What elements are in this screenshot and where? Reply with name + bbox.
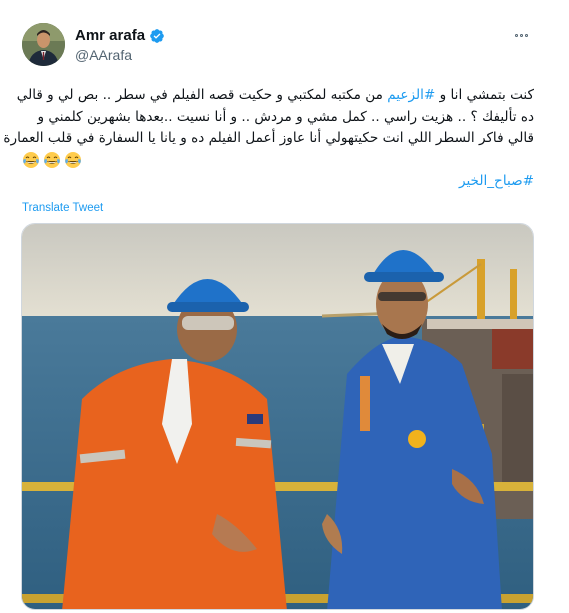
avatar[interactable] bbox=[22, 23, 65, 66]
more-options-button[interactable] bbox=[511, 28, 531, 42]
author-block: Amr arafa @AArafa bbox=[75, 27, 165, 63]
laughing-tears-emoji bbox=[65, 152, 81, 168]
tweet-text: كنت بتمشي انا و #الزعيم من مكتبه لمكتبي … bbox=[3, 85, 534, 193]
tweet-line-2: ده تأليفك ؟ .. هزيت راسي .. كمل مشي و مر… bbox=[37, 108, 534, 125]
hashtag-link-zaeem[interactable]: #الزعيم bbox=[387, 87, 435, 103]
photo-scene bbox=[22, 224, 533, 609]
verified-badge-icon bbox=[150, 28, 164, 43]
laughing-tears-emoji bbox=[44, 152, 60, 168]
tweet-line-1-end: من مكتبه لمكتبي و حكيت قصه الفيلم في سطر… bbox=[16, 87, 388, 103]
emoji-row bbox=[22, 150, 534, 171]
profile-avatar-image bbox=[22, 23, 65, 66]
hashtag-link-good-morning[interactable]: #صباح_الخير bbox=[22, 171, 534, 193]
more-options-dot bbox=[519, 33, 523, 37]
author-handle[interactable]: @AArafa bbox=[75, 47, 165, 63]
tweet-line-3: قالي فاكر السطر اللي انت حكيتهولي أنا عا… bbox=[3, 130, 534, 146]
tweet-card: Amr arafa @AArafa كنت بتمشي انا و #الزعي… bbox=[0, 0, 569, 613]
more-options-icon bbox=[514, 33, 518, 37]
tweet-line-1-start: كنت بتمشي انا و bbox=[435, 87, 534, 103]
author-name-row: Amr arafa bbox=[75, 27, 165, 44]
author-name[interactable]: Amr arafa bbox=[75, 27, 145, 44]
translate-tweet-link[interactable]: Translate Tweet bbox=[22, 202, 103, 214]
tweet-photo[interactable] bbox=[21, 223, 534, 610]
laughing-tears-emoji bbox=[23, 152, 39, 168]
tweet-line-1: كنت بتمشي انا و #الزعيم من مكتبه لمكتبي … bbox=[17, 85, 534, 107]
more-options-dot bbox=[524, 33, 528, 37]
